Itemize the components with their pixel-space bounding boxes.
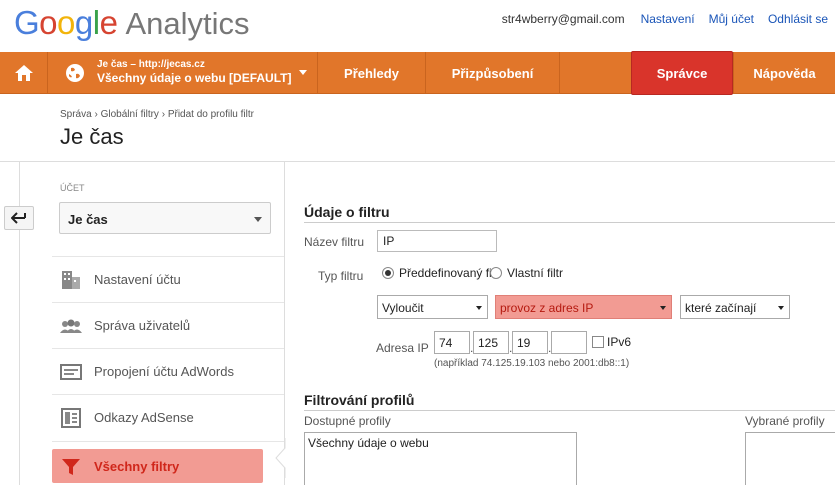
chevron-down-icon bbox=[254, 217, 262, 222]
available-profiles-list[interactable]: Všechny údaje o webu bbox=[304, 432, 577, 485]
ip-octet-4-input[interactable] bbox=[551, 331, 587, 354]
selected-profiles-list[interactable] bbox=[745, 432, 835, 485]
sidebar-item-all-filters[interactable]: Všechny filtry bbox=[52, 449, 263, 483]
account-select[interactable]: Je čas bbox=[59, 202, 271, 234]
page-title: Je čas bbox=[60, 124, 124, 149]
sidebar: ÚČET Je čas Nastavení účtu Správa uživat… bbox=[0, 162, 285, 485]
available-profiles-label: Dostupné profily bbox=[304, 414, 391, 428]
chevron-down-icon bbox=[476, 306, 482, 310]
sidebar-item-account-settings[interactable]: Nastavení účtu bbox=[52, 256, 284, 302]
home-button[interactable] bbox=[0, 52, 48, 94]
ip-hint: (například 74.125.19.103 nebo 2001:db8::… bbox=[434, 358, 630, 369]
filter-match-value: které začínají bbox=[685, 301, 757, 315]
arrow-left-icon bbox=[11, 212, 26, 224]
user-email: str4wberry@gmail.com bbox=[501, 12, 625, 26]
nav-help[interactable]: Nápověda bbox=[733, 52, 835, 94]
ip-address-label: Adresa IP bbox=[376, 341, 429, 355]
sidebar-item-user-management[interactable]: Správa uživatelů bbox=[52, 302, 284, 348]
account-label: ÚČET bbox=[60, 183, 85, 193]
filter-source-value: provoz z adres IP bbox=[500, 301, 594, 315]
product-name: Analytics bbox=[125, 6, 250, 41]
sidebar-item-label: Odkazy AdSense bbox=[94, 410, 194, 425]
ip-octet-1-input[interactable]: 74 bbox=[434, 331, 470, 354]
google-analytics-logo[interactable]: Google Analytics bbox=[14, 4, 250, 42]
profile-url: Je čas – http://jecas.cz bbox=[97, 59, 205, 70]
chevron-down-icon bbox=[299, 70, 307, 75]
custom-filter-label[interactable]: Vlastní filtr bbox=[507, 266, 563, 280]
building-icon bbox=[62, 271, 80, 289]
globe-icon bbox=[66, 64, 84, 82]
ip-octet-2-input[interactable]: 125 bbox=[473, 331, 509, 354]
breadcrumb[interactable]: Správa › Globální filtry › Přidat do pro… bbox=[60, 109, 254, 120]
main-nav: Je čas – http://jecas.cz Všechny údaje o… bbox=[0, 51, 835, 95]
filter-match-select[interactable]: které začínají bbox=[680, 295, 790, 319]
chevron-down-icon bbox=[778, 306, 784, 310]
users-icon bbox=[60, 319, 82, 333]
filter-type-label: Typ filtru bbox=[318, 269, 364, 283]
ipv6-label[interactable]: IPv6 bbox=[607, 335, 631, 349]
filter-action-select[interactable]: Vyloučit bbox=[377, 295, 488, 319]
predefined-filter-radio[interactable] bbox=[382, 267, 394, 279]
nav-customization[interactable]: Přizpůsobení bbox=[426, 52, 560, 94]
sidebar-item-adsense[interactable]: Odkazy AdSense bbox=[52, 394, 284, 440]
divider bbox=[52, 441, 284, 442]
sidebar-item-label: Nastavení účtu bbox=[94, 272, 181, 287]
account-value: Je čas bbox=[68, 212, 108, 227]
top-header: Google Analytics str4wberry@gmail.com Nas… bbox=[0, 0, 835, 52]
chevron-down-icon bbox=[660, 306, 666, 310]
divider bbox=[304, 222, 835, 223]
divider bbox=[304, 410, 835, 411]
profile-selector[interactable]: Je čas – http://jecas.cz Všechny údaje o… bbox=[48, 52, 318, 94]
back-button[interactable] bbox=[4, 206, 34, 230]
ip-octet-3-input[interactable]: 19 bbox=[512, 331, 548, 354]
home-icon bbox=[14, 65, 33, 81]
nav-reports[interactable]: Přehledy bbox=[318, 52, 426, 94]
sidebar-item-label: Správa uživatelů bbox=[94, 318, 191, 333]
filter-action-value: Vyloučit bbox=[382, 301, 424, 315]
sidebar-item-label: Propojení účtu AdWords bbox=[94, 364, 234, 379]
filter-name-label: Název filtru bbox=[304, 235, 365, 249]
my-account-link[interactable]: Můj účet bbox=[709, 12, 754, 26]
filter-icon bbox=[62, 459, 80, 475]
adwords-icon bbox=[60, 364, 82, 380]
sidebar-item-label: Všechny filtry bbox=[94, 459, 180, 474]
profiles-section-title: Filtrování profilů bbox=[304, 392, 415, 408]
custom-filter-radio[interactable] bbox=[490, 267, 502, 279]
filter-name-input[interactable]: IP bbox=[377, 230, 497, 252]
profile-name: Všechny údaje o webu [DEFAULT] bbox=[97, 71, 292, 85]
adsense-icon bbox=[61, 408, 81, 428]
ipv6-checkbox[interactable] bbox=[592, 336, 604, 348]
filter-section-title: Údaje o filtru bbox=[304, 204, 390, 220]
sign-out-link[interactable]: Odhlásit se bbox=[768, 12, 828, 26]
settings-link[interactable]: Nastavení bbox=[641, 12, 695, 26]
selected-profiles-label: Vybrané profily bbox=[745, 414, 825, 428]
filter-source-select[interactable]: provoz z adres IP bbox=[495, 295, 672, 319]
nav-admin[interactable]: Správce bbox=[631, 51, 733, 95]
user-links: str4wberry@gmail.com Nastavení Můj účet … bbox=[502, 12, 828, 26]
active-pointer-arrow bbox=[275, 438, 291, 478]
predefined-filter-label[interactable]: Předdefinovaný filtr bbox=[399, 266, 502, 280]
list-item[interactable]: Všechny údaje o webu bbox=[308, 436, 429, 450]
sidebar-item-adwords[interactable]: Propojení účtu AdWords bbox=[52, 348, 284, 394]
